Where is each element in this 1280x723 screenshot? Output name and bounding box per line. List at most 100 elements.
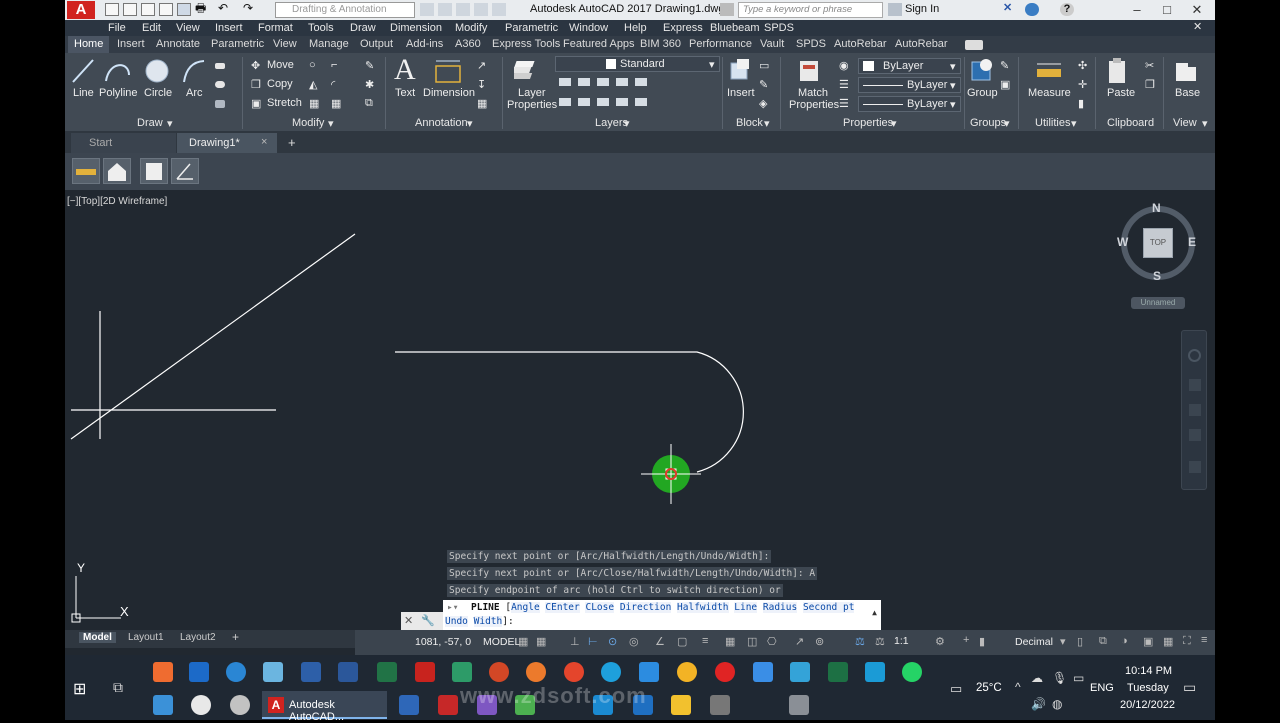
create-block-icon[interactable]: ▭ <box>759 59 769 72</box>
ellipse-icon[interactable] <box>215 81 225 88</box>
option-halfwidth[interactable]: Halfwidth <box>677 602 729 613</box>
ungroup-icon[interactable]: ✎ <box>1000 59 1009 72</box>
insert-button[interactable]: Insert <box>727 87 755 99</box>
print-icon[interactable]: 🖶 <box>195 2 209 16</box>
units-dropdown[interactable]: Decimal <box>1015 636 1053 648</box>
ucs-menu[interactable]: Unnamed <box>1131 297 1185 309</box>
block-qat-icon[interactable] <box>474 3 488 16</box>
a360-icon[interactable] <box>1025 3 1039 16</box>
id-point-icon[interactable]: ✛ <box>1078 78 1087 91</box>
saveas-icon[interactable] <box>159 3 173 16</box>
leader-icon[interactable]: ↗ <box>477 59 486 72</box>
dimension-icon[interactable] <box>433 58 463 84</box>
save-icon[interactable] <box>141 3 155 16</box>
customize-status-icon[interactable]: ≡ <box>1201 634 1207 646</box>
array-icon[interactable]: ▦ <box>331 97 341 110</box>
menu-spds[interactable]: SPDS <box>764 22 794 34</box>
tray-chevron-icon[interactable]: ^ <box>1015 680 1021 694</box>
menu-bluebeam[interactable]: Bluebeam <box>710 22 760 34</box>
polar-icon[interactable]: ⊙ <box>608 635 617 648</box>
phone-icon[interactable] <box>639 662 659 682</box>
chevron-down-icon[interactable]: ▾ <box>891 117 897 130</box>
menu-express[interactable]: Express <box>663 22 703 34</box>
drawing-canvas[interactable]: [−][Top][2D Wireframe] TOP N S E W Unnam… <box>65 190 1215 630</box>
copy-button[interactable]: Copy <box>267 78 293 90</box>
mirror-icon[interactable]: ◭ <box>309 78 317 91</box>
layer-qat-icon[interactable] <box>438 3 452 16</box>
word-icon[interactable] <box>338 662 358 682</box>
copy-clip-icon[interactable]: ❐ <box>1145 78 1155 91</box>
tools-app-icon[interactable] <box>710 695 730 715</box>
edit-block-icon[interactable]: ✎ <box>759 78 768 91</box>
utilities-panel-title[interactable]: Utilities <box>1035 117 1070 129</box>
paste-button[interactable]: Paste <box>1107 87 1135 99</box>
linetype-dropdown[interactable]: ByLayer ▾ <box>858 77 961 93</box>
menu-format[interactable]: Format <box>258 22 293 34</box>
annotation-visibility-icon[interactable]: ⚖ <box>855 635 865 648</box>
pinned-app-2-icon[interactable] <box>230 695 250 715</box>
autocad-pin-icon[interactable] <box>415 662 435 682</box>
clock-day[interactable]: Tuesday <box>1127 682 1169 694</box>
option-undo[interactable]: Undo <box>445 616 468 627</box>
chrome-icon[interactable] <box>564 662 584 682</box>
color-wheel-icon[interactable]: ◉ <box>839 59 849 72</box>
scale-icon[interactable]: ▦ <box>309 97 319 110</box>
recent-commands-icon[interactable]: ▸▾ <box>447 602 458 613</box>
menu-view[interactable]: View <box>176 22 200 34</box>
move-button[interactable]: Move <box>267 59 294 71</box>
polyline-button[interactable]: Polyline <box>99 87 138 99</box>
polyline-icon[interactable] <box>103 57 133 85</box>
chevron-down-icon[interactable]: ▾ <box>764 117 770 130</box>
rotate-icon[interactable]: ○ <box>309 59 316 71</box>
lineweight-icon[interactable]: ☰ <box>839 97 849 110</box>
layer-tools-icons[interactable] <box>559 78 649 86</box>
coordinates-readout[interactable]: 1081, -57, 0 <box>415 636 471 648</box>
share-icon[interactable] <box>420 3 434 16</box>
erase-icon[interactable]: ✎ <box>365 59 374 72</box>
battery-icon[interactable]: ▭ <box>1073 671 1084 685</box>
clean-screen-icon[interactable]: ⛶ <box>1183 635 1191 648</box>
compass-south[interactable]: S <box>1153 269 1161 283</box>
line-icon[interactable] <box>70 57 96 85</box>
hatch-icon[interactable] <box>215 100 225 108</box>
fillet-icon[interactable]: ◜ <box>331 78 335 91</box>
tab-model[interactable]: Model <box>79 632 116 643</box>
tab-autorebar-1[interactable]: AutoRebar <box>834 38 887 50</box>
compass-north[interactable]: N <box>1152 201 1161 215</box>
attribute-icon[interactable]: ◈ <box>759 97 767 110</box>
solidworks-icon[interactable] <box>438 695 458 715</box>
showmotion-icon[interactable] <box>1189 461 1201 473</box>
chevron-down-icon[interactable]: ▾ <box>328 117 334 130</box>
view-panel-title[interactable]: View <box>1173 117 1197 129</box>
infer-icon[interactable]: ⊥ <box>570 635 580 648</box>
menu-parametric[interactable]: Parametric <box>505 22 558 34</box>
customize-cmd-icon[interactable]: 🔧 <box>421 614 435 627</box>
dimstyle-icon[interactable]: ↧ <box>477 78 486 91</box>
selection-filter-icon[interactable]: ⊚ <box>815 635 824 648</box>
match-properties-icon[interactable] <box>796 57 822 85</box>
redo-icon[interactable]: ↷ <box>243 2 257 16</box>
tab-layout1[interactable]: Layout1 <box>128 632 164 643</box>
search-input[interactable]: Type a keyword or phrase <box>738 2 883 18</box>
quick-properties-icon[interactable]: ▯ <box>1077 635 1083 648</box>
tab-start[interactable]: Start <box>71 133 176 153</box>
chevron-down-icon[interactable]: ▾ <box>167 117 173 130</box>
sign-in-link[interactable]: Sign In <box>905 3 939 15</box>
auto-scale-icon[interactable]: ⚖ <box>875 635 885 648</box>
network-icon[interactable]: ◍ <box>1052 697 1062 711</box>
weather-temp[interactable]: 25°C <box>976 682 1002 694</box>
hardware-accel-icon[interactable]: ◑ <box>1121 635 1128 647</box>
explode-icon[interactable]: ✱ <box>365 78 374 91</box>
new-icon[interactable] <box>105 3 119 16</box>
tab-featured-apps[interactable]: Featured Apps <box>563 38 635 50</box>
publisher-icon[interactable] <box>452 662 472 682</box>
annotation-panel-title[interactable]: Annotation <box>415 117 468 129</box>
tab-autorebar-2[interactable]: AutoRebar <box>895 38 948 50</box>
match-qat-icon[interactable] <box>456 3 470 16</box>
layer-dropdown[interactable]: Standard ▾ <box>555 56 720 72</box>
tab-parametric[interactable]: Parametric <box>211 38 264 50</box>
option-angle[interactable]: Angle <box>511 602 540 613</box>
model-space-toggle[interactable]: MODEL <box>483 636 520 648</box>
tab-a360[interactable]: A360 <box>455 38 481 50</box>
steering-wheel-icon[interactable] <box>1188 349 1201 362</box>
